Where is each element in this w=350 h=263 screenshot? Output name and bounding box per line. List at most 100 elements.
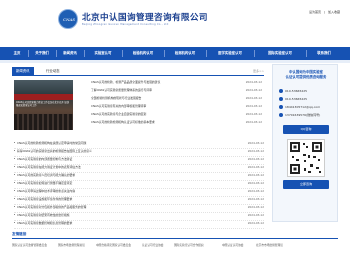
list-item[interactable]: CNAS认可的实验室与企业自建实验室的区别 2024-03-12: [91, 112, 262, 120]
bullet-icon: [14, 166, 15, 167]
news-title[interactable]: CNAS认可的检验检测机构认证认可标准的基本要求: [91, 120, 229, 124]
wechat-qr-code: [287, 139, 325, 177]
mobile-number[interactable]: 13701639576(微信同号): [285, 113, 320, 117]
list-item[interactable]: CNAS认可实验室数据控制和信息管理的要求 2024-03-12: [14, 221, 264, 229]
nav-item-lab-accreditation[interactable]: 实验室认可: [86, 47, 120, 60]
nav-separator: [28, 50, 29, 57]
site-header: CNAS 北京中认国询管理咨询有限公司 Beijing Zhongren Guo…: [0, 0, 350, 47]
friendly-link[interactable]: 国家认证认可监督管理委员会: [12, 243, 47, 247]
nav-item-international-accreditation[interactable]: 国际实验室认可: [256, 47, 304, 60]
nav-item-inspection-accreditation[interactable]: 检验机构认可: [124, 47, 162, 60]
site-subtitle: Beijing Zhongren Guoxun Management Consu…: [82, 23, 169, 26]
friendly-link[interactable]: 中国认证认可协会: [222, 243, 244, 247]
phone-number[interactable]: 010-53665225: [285, 89, 307, 93]
article-title[interactable]: CNAS认可实验室对分包和外部提供的产品和服务的管理: [17, 205, 227, 209]
top-links: 设为首页 | 加入收藏: [307, 10, 340, 14]
nav-separator: [306, 50, 307, 57]
list-item[interactable]: CNAS认可申请过程中技术评审的重点关注内容 2024-03-12: [14, 189, 264, 197]
list-item[interactable]: 获得CNAS认可的实验室出具的检测报告在国际上互认的意义 2024-03-12: [14, 149, 264, 157]
phone-line-2: 010-53665225: [279, 97, 333, 104]
news-date: 2024-03-12: [245, 112, 262, 116]
friendly-link[interactable]: 国家市场监督管理总局: [58, 243, 85, 247]
bullet-icon: [14, 222, 15, 223]
nav-item-contact[interactable]: 联系我们: [308, 47, 340, 60]
news-title[interactable]: CNAS认可的检验、检测产品品质全面提升与发展的建议: [91, 80, 229, 84]
add-favorite-link[interactable]: 加入收藏: [328, 10, 340, 14]
nav-item-medical-lab-accreditation[interactable]: 医学实验室认可: [208, 47, 252, 60]
article-title[interactable]: CNAS认可实验室对结果有效性的监控措施: [17, 213, 227, 217]
set-homepage-link[interactable]: 设为首页: [309, 10, 321, 14]
nav-item-testing-accreditation[interactable]: 检测机构认可: [166, 47, 204, 60]
list-item[interactable]: CNAS认可实验室有关的内部审核和管理评审 2024-03-12: [91, 104, 262, 112]
article-date: 2024-03-12: [247, 157, 264, 161]
article-date: 2024-03-12: [247, 181, 264, 185]
article-title[interactable]: 获得CNAS认可的实验室出具的检测报告在国际上互认的意义: [17, 149, 227, 153]
list-item[interactable]: CNAS认可的检验、检测产品品质全面提升与发展的建议 2024-03-12: [91, 80, 262, 88]
article-title[interactable]: CNAS认可实验室在能力验证计划中的表现评估方法: [17, 165, 227, 169]
list-item[interactable]: CNAS认可实验室对结果有效性的监控措施 2024-03-12: [14, 213, 264, 221]
list-item[interactable]: 了解CNAS认可实验室质量管理体系的运行与评审 2024-03-12: [91, 88, 262, 96]
nav-item-news[interactable]: 新闻资讯: [58, 47, 82, 60]
consult-now-button[interactable]: 立即咨询: [283, 180, 329, 189]
site-title: 北京中认国询管理咨询有限公司: [82, 13, 208, 23]
bullet-icon: [14, 150, 15, 151]
list-item[interactable]: CNAS认可实验室在能力验证计划中的表现评估方法 2024-03-12: [14, 165, 264, 173]
friendly-link[interactable]: 国际实验室认可合作组织: [174, 243, 204, 247]
news-title[interactable]: CNAS认可实验室有关的内部审核和管理评审: [91, 104, 229, 108]
news-photo[interactable]: CNAS认可实验室能力验证工作会议在北京召开 加快推进实验室认可工作: [14, 80, 73, 130]
news-title[interactable]: 全国检验检测机构的现状与行业发展报告: [91, 96, 229, 100]
nav-item-about[interactable]: 关于我们: [30, 47, 54, 60]
friendly-link[interactable]: 中国合格评定国家认可委员会: [96, 243, 131, 247]
list-item[interactable]: CNAS认可的检验检测机构在资质认定申请时的常见问题 2024-03-12: [14, 141, 264, 149]
bullet-icon: [14, 198, 15, 199]
article-date: 2024-03-12: [247, 205, 264, 209]
article-date: 2024-03-12: [247, 165, 264, 169]
list-item[interactable]: 全国检验检测机构的现状与行业发展报告 2024-03-12: [91, 96, 262, 104]
article-title[interactable]: CNAS认可实验室数据控制和信息管理的要求: [17, 221, 227, 225]
list-item[interactable]: CNAS认可实验室如何进行测量不确定度评定 2024-03-12: [14, 181, 264, 189]
tab-industry[interactable]: 行业动态: [42, 67, 64, 76]
nav-separator: [122, 50, 123, 57]
logo-text: CNAS: [62, 17, 76, 22]
company-logo[interactable]: CNAS: [58, 9, 78, 29]
qr-code-icon: [290, 142, 322, 174]
main-nav: 主页 关于我们 新闻资讯 实验室认可 检验机构认可 检测机构认可 医学实验室认可…: [0, 47, 350, 60]
news-title[interactable]: CNAS认可的实验室与企业自建实验室的区别: [91, 112, 229, 116]
nav-separator: [164, 50, 165, 57]
news-date: 2024-03-12: [245, 96, 262, 100]
email-address[interactable]: 18441305712@qq.com: [285, 105, 320, 109]
news-date: 2024-03-12: [245, 80, 262, 84]
phone-number[interactable]: 010-53665225: [285, 97, 307, 101]
news-date: 2024-03-12: [245, 88, 262, 92]
photo-stage-banner: [14, 94, 73, 100]
article-date: 2024-03-12: [247, 221, 264, 225]
list-item[interactable]: CNAS认可实验室对分包和外部提供的产品和服务的管理 2024-03-12: [14, 205, 264, 213]
nav-item-home[interactable]: 主页: [8, 47, 26, 60]
article-title[interactable]: CNAS认可实验室如何进行测量不确定度评定: [17, 181, 227, 185]
qq-consult-button[interactable]: QQ咨询: [283, 125, 329, 134]
email-line: 18441305712@qq.com: [279, 105, 333, 112]
article-date: 2024-03-12: [247, 197, 264, 201]
tab-news[interactable]: 新闻资讯: [12, 67, 34, 76]
article-title[interactable]: CNAS认可申请过程中技术评审的重点关注内容: [17, 189, 227, 193]
article-title[interactable]: CNAS认可的检验检测机构在资质认定申请时的常见问题: [17, 141, 227, 145]
friendly-link[interactable]: 北京市市场监督管理局: [256, 243, 283, 247]
article-title[interactable]: CNAS认可实验室设施和环境条件的管理要求: [17, 197, 227, 201]
friendly-links-title: 友情链接: [12, 232, 338, 239]
bullet-icon: [14, 214, 15, 215]
bullet-icon: [14, 142, 15, 143]
more-link[interactable]: 更多>>: [253, 69, 264, 73]
article-title[interactable]: CNAS认可的实验室人员培训与能力确认的要求: [17, 173, 227, 177]
news-title[interactable]: 了解CNAS认可实验室质量管理体系的运行与评审: [91, 88, 229, 92]
contact-sidebar: 中认国询为中国实验室 认证认可提供优质咨询服务 010-53665225 010…: [272, 64, 338, 222]
list-item[interactable]: CNAS认可的实验室人员培训与能力确认的要求 2024-03-12: [14, 173, 264, 181]
friendly-link[interactable]: 认证认可行业协会: [142, 243, 164, 247]
article-title[interactable]: CNAS认可实验室的内部质量控制与方法验证: [17, 157, 227, 161]
news-date: 2024-03-12: [245, 120, 262, 124]
bullet-icon: [14, 182, 15, 183]
list-item[interactable]: CNAS认可实验室设施和环境条件的管理要求 2024-03-12: [14, 197, 264, 205]
article-date: 2024-03-12: [247, 213, 264, 217]
list-item[interactable]: CNAS认可的检验检测机构认证认可标准的基本要求 2024-03-12: [91, 120, 262, 128]
list-item[interactable]: CNAS认可实验室的内部质量控制与方法验证 2024-03-12: [14, 157, 264, 165]
phone-icon: [279, 89, 283, 93]
